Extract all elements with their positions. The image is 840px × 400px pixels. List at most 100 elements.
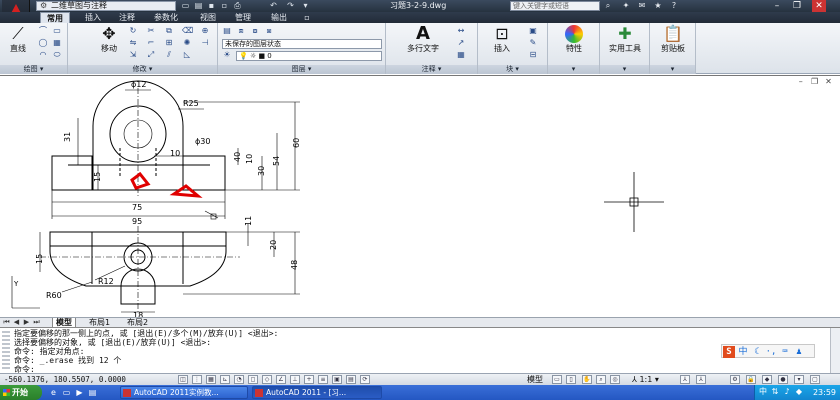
layer-match-icon[interactable]: ⧈ [236,26,246,35]
chamfer-icon[interactable]: ◺ [182,50,192,59]
erase-icon[interactable]: ⌫ [182,26,193,35]
new-file-icon[interactable]: ▭ [180,1,191,11]
tab-parametric[interactable]: 参数化 [146,12,186,23]
stretch-icon[interactable]: ⇲ [128,50,138,59]
folder-quicklaunch-icon[interactable]: ▤ [87,387,98,398]
moon-icon[interactable]: ☾ [751,346,763,358]
command-window[interactable]: 指定要偏移的那一侧上的点, 或 [退出(E)/多个(M)/放弃(U)] <退出>… [0,327,840,374]
array-icon[interactable]: ⊞ [164,38,174,47]
otrack-toggle[interactable]: ∠ [276,375,286,384]
draw-panel-label[interactable]: 绘图 ▾ [0,65,67,74]
layers-panel-label[interactable]: 图层 ▾ [218,65,385,74]
osnap-toggle[interactable]: ◻ [248,375,258,384]
polyline-icon[interactable]: ⌒ [38,26,48,35]
tab-output[interactable]: 输出 [264,12,294,23]
command-scrollbar[interactable] [830,328,840,373]
command-window-grip[interactable] [2,331,10,369]
selection-cycling-toggle[interactable]: ⟳ [360,375,370,384]
insert-button[interactable]: ⊡ 插入 [482,25,522,54]
user-icon[interactable]: ♟ [793,346,805,358]
subscription-icon[interactable]: ✦ [620,0,632,12]
input-method-tray-icon[interactable]: 中 [758,387,768,397]
snap-toggle[interactable]: ⋮ [192,375,202,384]
modify-panel-label[interactable]: 修改 ▾ [68,65,217,74]
tab-home[interactable]: 常用 [40,12,70,23]
zoom-icon[interactable]: ⌕ [596,375,606,384]
maximize-button[interactable]: ❐ [790,0,804,12]
rectangle-icon[interactable]: ▭ [52,26,62,35]
polar-toggle[interactable]: ◔ [234,375,244,384]
properties-button[interactable]: 特性 [554,25,594,54]
clean-screen-icon[interactable]: ▢ [810,375,820,384]
block-panel-label[interactable]: 块 ▾ [478,65,547,74]
keyboard-icon[interactable]: ⌨ [779,346,791,358]
pan-icon[interactable]: ✋ [582,375,592,384]
tab-view[interactable]: 视图 [193,12,223,23]
table-icon[interactable]: ▦ [456,50,466,59]
steering-wheel-icon[interactable]: ◎ [610,375,620,384]
status-bar-menu-icon[interactable]: ▾ [794,375,804,384]
quick-access-dropdown-icon[interactable]: ▾ [300,1,311,11]
save-as-icon[interactable]: ▫ [219,1,230,11]
dimension-icon[interactable]: ↔ [456,26,466,35]
hardware-acceleration-icon[interactable]: ◆ [762,375,772,384]
dyn-toggle[interactable]: + [304,375,314,384]
next-layout-icon[interactable]: ▶ [22,318,31,327]
taskbar-task[interactable]: AutoCAD 2011实例教... [120,386,248,399]
trim-icon[interactable]: ✂ [146,26,156,35]
punctuation-icon[interactable]: ·, [765,346,777,358]
hatch-icon[interactable]: ▦ [52,38,62,47]
undo-icon[interactable]: ↶ [268,1,279,11]
tab-annotate[interactable]: 注释 [112,12,142,23]
last-layout-icon[interactable]: ⏭ [32,318,41,327]
desktop-quicklaunch-icon[interactable]: ▭ [61,387,72,398]
isolate-objects-icon[interactable]: ● [778,375,788,384]
annotation-panel-label[interactable]: 注释 ▾ [386,65,477,74]
utilities-panel-expand[interactable]: ▾ [600,65,649,74]
edit-block-icon[interactable]: ✎ [528,38,538,47]
layer-on-icon[interactable]: ☀ [222,50,232,59]
drawing-area[interactable]: – ❐ ✕ ϕ12 R25 31 ϕ30 10 40 10 30 54 60 1… [0,75,840,318]
fillet-icon[interactable]: ⌐ [146,38,156,47]
media-quicklaunch-icon[interactable]: ▶ [74,387,85,398]
utilities-button[interactable]: ✚ 实用工具 [602,25,648,54]
communication-center-icon[interactable]: ✉ [636,0,648,12]
taskbar-task[interactable]: AutoCAD 2011 - [习... [252,386,382,399]
prev-layout-icon[interactable]: ◀ [12,318,21,327]
join-icon[interactable]: ⊕ [200,26,210,35]
start-button[interactable]: 开始 [0,385,42,400]
first-layout-icon[interactable]: ⏮ [2,318,11,327]
line-button[interactable]: ⟋ 直线 [2,25,34,54]
sogou-ime-icon[interactable]: S [723,346,735,358]
quick-view-layouts-icon[interactable]: ▭ [552,375,562,384]
explode-icon[interactable]: ✺ [182,38,192,47]
lineweight-toggle[interactable]: ≡ [318,375,328,384]
offset-icon[interactable]: ⫽ [164,50,174,59]
copy-icon[interactable]: ⧉ [164,26,174,35]
quick-view-drawings-icon[interactable]: ▯ [566,375,576,384]
annotation-visibility-icon[interactable]: ⅄ [680,375,690,384]
move-button[interactable]: ✥ 移动 [94,25,124,54]
circle-icon[interactable]: ◯ [38,38,48,47]
auto-scale-icon[interactable]: ⅄ [696,375,706,384]
workspace-selector[interactable]: ⚙ 二维草图与注释 [36,1,176,11]
multiline-text-button[interactable]: A 多行文字 [398,25,448,54]
layer-previous-icon[interactable]: ⧇ [250,26,260,35]
quick-properties-toggle[interactable]: ▤ [346,375,356,384]
transparency-toggle[interactable]: ▣ [332,375,342,384]
security-icon[interactable]: ◆ [794,387,804,397]
infer-constraints-toggle[interactable]: ◫ [178,375,188,384]
arc-icon[interactable]: ◠ [38,50,48,59]
save-icon[interactable]: ▪ [206,1,217,11]
properties-panel-expand[interactable]: ▾ [548,65,599,74]
network-icon[interactable]: ⇅ [770,387,780,397]
ellipse-icon[interactable]: ⬭ [52,50,62,59]
lock-icon[interactable]: 🔒 [746,375,756,384]
cad-drawing[interactable]: ϕ12 R25 31 ϕ30 10 40 10 30 54 60 15 75 9… [0,76,840,318]
clipboard-button[interactable]: 📋 剪贴板 [652,25,694,54]
workspace-switching-icon[interactable]: ⚙ [730,375,740,384]
3d-osnap-toggle[interactable]: ◇ [262,375,272,384]
plot-icon[interactable]: ⎙ [232,1,243,11]
layer-isolate-icon[interactable]: ⧆ [264,26,274,35]
search-icon[interactable]: ⌕ [602,0,614,12]
